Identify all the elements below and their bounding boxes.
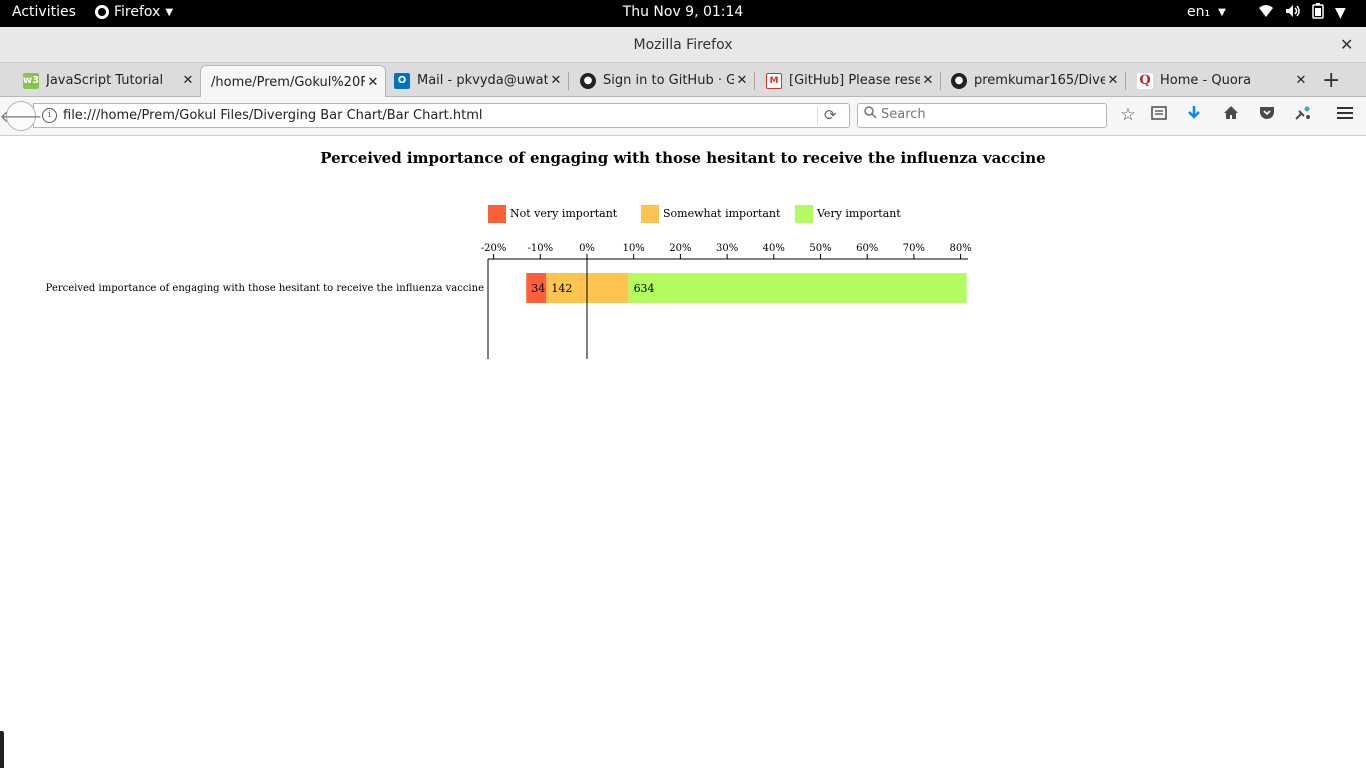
activities-button[interactable]: Activities: [12, 4, 76, 20]
input-language: en₁: [1187, 4, 1211, 20]
tab-gmail[interactable]: M [GitHub] Please reset ✕: [760, 65, 941, 96]
legend-label: Very important: [816, 207, 901, 220]
chevron-down-icon: ▼: [1335, 5, 1346, 21]
reading-list-icon[interactable]: [1148, 105, 1170, 125]
close-tab-icon[interactable]: ✕: [365, 75, 381, 90]
tab-github-repo[interactable]: ● premkumar165/Diverg ✕: [945, 65, 1126, 96]
close-tab-icon[interactable]: ✕: [920, 73, 936, 88]
battery-icon: [1312, 3, 1324, 23]
system-top-bar: Activities Firefox ▼ Thu Nov 9, 01:14 en…: [0, 0, 1366, 27]
window-title: Mozilla Firefox: [633, 37, 733, 53]
url-bar[interactable]: i file:///home/Prem/Gokul Files/Divergin…: [33, 103, 850, 128]
search-box[interactable]: [857, 103, 1107, 128]
tab-label: /home/Prem/Gokul%20Fil: [211, 74, 365, 90]
page-content: Perceived importance of engaging with th…: [0, 137, 1366, 768]
tab-label: Sign in to GitHub · Gi: [603, 73, 734, 88]
legend-label: Somewhat important: [663, 207, 781, 220]
chevron-down-icon: ▼: [165, 6, 174, 18]
app-menu[interactable]: Firefox ▼: [95, 4, 173, 20]
tab-label: Home - Quora: [1160, 73, 1252, 88]
close-tab-icon[interactable]: ✕: [1105, 73, 1121, 88]
x-tick-label: 60%: [856, 243, 878, 254]
tab-github-signin[interactable]: ● Sign in to GitHub · Gi ✕: [574, 65, 755, 96]
x-tick-label: 0%: [579, 243, 595, 254]
navigation-bar: i file:///home/Prem/Gokul Files/Divergin…: [0, 97, 1366, 136]
app-menu-label: Firefox: [114, 4, 161, 20]
pocket-icon[interactable]: [1256, 105, 1278, 125]
bar-count-label: 34: [531, 282, 545, 295]
back-arrow-icon: 🡐: [0, 107, 43, 126]
y-category-label: Perceived importance of engaging with th…: [46, 283, 484, 294]
github-icon: ●: [580, 72, 596, 89]
back-button[interactable]: 🡐: [0, 101, 42, 131]
tab-label: Mail - pkvyda@uwater: [417, 73, 548, 88]
w3schools-icon: w3: [23, 72, 39, 89]
info-icon[interactable]: i: [42, 108, 57, 123]
tab-label: JavaScript Tutorial: [46, 73, 164, 88]
legend-swatch: [488, 205, 506, 223]
bar-segment: [628, 273, 967, 303]
search-input[interactable]: [881, 107, 1101, 122]
reload-icon[interactable]: ⟳: [824, 106, 837, 124]
clock[interactable]: Thu Nov 9, 01:14: [623, 4, 744, 20]
input-source-menu[interactable]: en₁ ▼: [1187, 4, 1226, 20]
window-title-bar: Mozilla Firefox ✕: [0, 27, 1366, 63]
firefox-icon: [95, 5, 109, 19]
url-text: file:///home/Prem/Gokul Files/Diverging …: [63, 108, 483, 123]
x-tick-label: 80%: [949, 243, 971, 254]
x-tick-label: 50%: [809, 243, 831, 254]
close-window-icon[interactable]: ✕: [1340, 35, 1353, 54]
tab-bar-chart-file[interactable]: /home/Prem/Gokul%20Fil ✕: [200, 65, 386, 98]
tab-label: [GitHub] Please reset: [789, 73, 920, 88]
download-icon[interactable]: [1183, 105, 1205, 126]
chevron-down-icon: ▼: [1218, 6, 1226, 18]
search-icon: [864, 106, 877, 123]
bar-count-label: 634: [634, 282, 655, 295]
close-tab-icon[interactable]: ✕: [180, 73, 196, 88]
wifi-icon: [1258, 4, 1274, 22]
volume-icon: [1285, 4, 1301, 22]
close-tab-icon[interactable]: ✕: [548, 73, 564, 88]
bookmark-star-icon[interactable]: ☆: [1117, 105, 1139, 125]
outlook-icon: O: [394, 72, 410, 89]
extension-icon[interactable]: [1292, 105, 1314, 126]
x-tick-label: 30%: [716, 243, 738, 254]
diverging-bar-chart: Not very important Somewhat important Very…: [46, 205, 972, 359]
divider: [817, 107, 818, 125]
hamburger-menu-icon[interactable]: [1334, 105, 1356, 125]
window-edge-decoration: [0, 731, 4, 768]
tab-mail[interactable]: O Mail - pkvyda@uwater ✕: [388, 65, 569, 96]
x-tick-label: 40%: [763, 243, 785, 254]
legend-swatch: [795, 205, 813, 223]
x-tick-label: -10%: [527, 243, 553, 254]
gmail-icon: M: [766, 72, 782, 89]
tab-quora[interactable]: Q Home - Quora ✕: [1131, 65, 1313, 96]
x-tick-label: 70%: [903, 243, 925, 254]
tab-javascript-tutorial[interactable]: w3 JavaScript Tutorial ✕: [17, 65, 201, 96]
legend-label: Not very important: [510, 207, 618, 220]
new-tab-button[interactable]: +: [1322, 68, 1340, 93]
x-tick-label: -20%: [481, 243, 507, 254]
close-tab-icon[interactable]: ✕: [734, 73, 750, 88]
x-tick-label: 20%: [669, 243, 691, 254]
quora-icon: Q: [1137, 72, 1153, 89]
x-tick-label: 10%: [623, 243, 645, 254]
bar-count-label: 142: [551, 282, 572, 295]
github-icon: ●: [951, 72, 967, 89]
tab-label: premkumar165/Diverg: [974, 73, 1105, 88]
tab-bar: w3 JavaScript Tutorial ✕ /home/Prem/Goku…: [0, 63, 1366, 98]
close-tab-icon[interactable]: ✕: [1293, 73, 1309, 88]
home-icon[interactable]: [1220, 105, 1242, 125]
system-menu[interactable]: ▼: [1258, 3, 1346, 23]
legend-swatch: [641, 205, 659, 223]
